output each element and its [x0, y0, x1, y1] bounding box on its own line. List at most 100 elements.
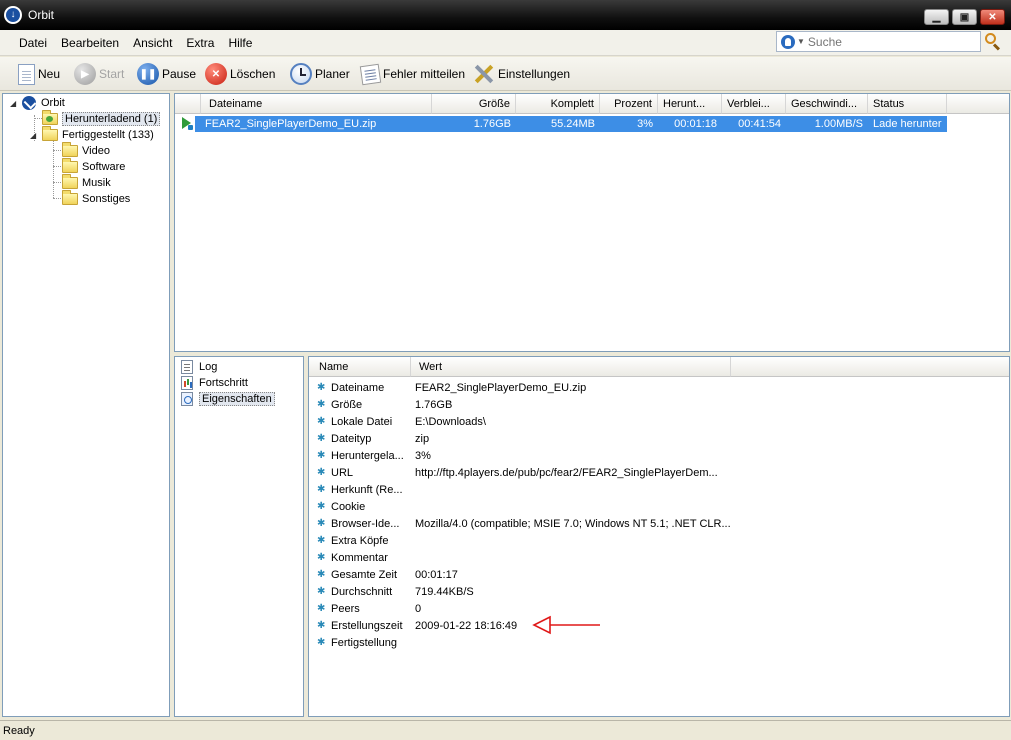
- property-row[interactable]: ✱ Extra Köpfe: [317, 532, 388, 549]
- nav-item-log[interactable]: Log: [181, 359, 217, 375]
- scheduler-button[interactable]: Planer: [290, 61, 350, 87]
- property-row[interactable]: ✱ Erstellungszeit 2009-01-22 18:16:49: [317, 617, 517, 634]
- tree-item-music[interactable]: Musik: [62, 174, 111, 191]
- orbit-icon: [22, 96, 36, 110]
- property-row[interactable]: ✱ Kommentar: [317, 549, 388, 566]
- menu-bearbeiten[interactable]: Bearbeiten: [54, 36, 126, 50]
- bullet-icon: ✱: [317, 535, 326, 546]
- property-name: Heruntergela...: [331, 449, 404, 462]
- column-header-percent[interactable]: Prozent: [600, 94, 658, 114]
- bullet-icon: ✱: [317, 467, 326, 478]
- cell-elapsed: 00:01:18: [674, 118, 717, 130]
- nav-item-progress[interactable]: Fortschritt: [181, 375, 248, 391]
- collapse-icon[interactable]: ◢: [10, 99, 18, 108]
- delete-icon: ✕: [205, 63, 227, 85]
- search-input[interactable]: [807, 34, 968, 49]
- column-header-size[interactable]: Größe: [432, 94, 516, 114]
- bullet-icon: ✱: [317, 450, 326, 461]
- property-row[interactable]: ✱ Herkunft (Re...: [317, 481, 403, 498]
- property-value: 719.44KB/S: [415, 585, 474, 598]
- property-value: FEAR2_SinglePlayerDemo_EU.zip: [415, 381, 587, 394]
- column-header-name[interactable]: Name: [309, 357, 411, 377]
- menu-hilfe[interactable]: Hilfe: [221, 36, 259, 50]
- column-header-filename[interactable]: Dateiname: [201, 94, 432, 114]
- category-tree: ◢ Orbit Herunterladend (1) ◢ Fertiggeste…: [2, 93, 170, 717]
- menu-datei[interactable]: Datei: [12, 36, 54, 50]
- menu-extra[interactable]: Extra: [179, 36, 221, 50]
- report-bug-button[interactable]: Fehler mitteilen: [359, 61, 466, 87]
- column-header-filler: [731, 357, 1009, 377]
- property-value: Mozilla/4.0 (compatible; MSIE 7.0; Windo…: [415, 517, 731, 530]
- collapse-icon[interactable]: ◢: [30, 131, 38, 140]
- property-row[interactable]: ✱ Dateiname FEAR2_SinglePlayerDemo_EU.zip: [317, 379, 586, 396]
- search-engine-icon[interactable]: [781, 34, 795, 49]
- menu-ansicht[interactable]: Ansicht: [126, 36, 179, 50]
- status-bar: Ready: [0, 720, 1011, 740]
- bullet-icon: ✱: [317, 637, 326, 648]
- tree-item-label: Orbit: [41, 97, 65, 109]
- new-button[interactable]: Neu: [18, 61, 60, 87]
- play-icon: ▶: [74, 63, 96, 85]
- column-header-complete[interactable]: Komplett: [516, 94, 600, 114]
- bullet-icon: ✱: [317, 484, 326, 495]
- column-header-value[interactable]: Wert: [411, 357, 731, 377]
- tree-item-other[interactable]: Sonstiges: [62, 190, 130, 207]
- property-row[interactable]: ✱ Dateityp zip: [317, 430, 429, 447]
- property-row[interactable]: ✱ Durchschnitt 719.44KB/S: [317, 583, 474, 600]
- property-name: Extra Köpfe: [331, 534, 389, 547]
- column-header-icon[interactable]: [175, 94, 201, 114]
- property-row[interactable]: ✱ Gesamte Zeit 00:01:17: [317, 566, 458, 583]
- property-name: Browser-Ide...: [331, 517, 400, 530]
- search-box: ▼: [776, 31, 981, 52]
- new-button-label: Neu: [38, 67, 61, 81]
- start-button-label: Start: [99, 67, 125, 81]
- property-row[interactable]: ✱ Heruntergela... 3%: [317, 447, 431, 464]
- pause-icon: ❚❚: [137, 63, 159, 85]
- property-name: Fertigstellung: [331, 636, 398, 649]
- maximize-button[interactable]: ▣: [952, 9, 977, 25]
- column-header-elapsed[interactable]: Herunt...: [658, 94, 722, 114]
- tree-item-software[interactable]: Software: [62, 158, 125, 175]
- start-button[interactable]: ▶ Start: [74, 61, 124, 87]
- tree-item-finished[interactable]: ◢ Fertiggestellt (133): [30, 126, 154, 143]
- chevron-down-icon[interactable]: ▼: [797, 37, 805, 46]
- close-button[interactable]: ✕: [980, 9, 1005, 25]
- column-header-filler: [947, 94, 1009, 114]
- property-row[interactable]: ✱ Peers 0: [317, 600, 421, 617]
- column-header-remaining[interactable]: Verblei...: [722, 94, 786, 114]
- property-value: 00:01:17: [415, 568, 458, 581]
- search-icon[interactable]: [984, 32, 1002, 51]
- tree-item-video[interactable]: Video: [62, 142, 110, 159]
- property-name: Dateiname: [331, 381, 385, 394]
- column-header-status[interactable]: Status: [868, 94, 947, 114]
- property-value: 1.76GB: [415, 398, 453, 411]
- property-row[interactable]: ✱ Browser-Ide... Mozilla/4.0 (compatible; …: [317, 515, 731, 532]
- minimize-button[interactable]: ▁: [924, 9, 949, 25]
- tree-item-downloading[interactable]: Herunterladend (1): [42, 110, 161, 127]
- delete-button[interactable]: ✕ Löschen: [205, 61, 275, 87]
- report-bug-button-label: Fehler mitteilen: [383, 67, 466, 81]
- property-row[interactable]: ✱ Lokale Datei E:\Downloads\: [317, 413, 486, 430]
- annotation-arrow: [532, 615, 600, 635]
- nav-item-properties[interactable]: Eigenschaften: [181, 391, 275, 407]
- settings-button[interactable]: Einstellungen: [473, 61, 570, 87]
- bullet-icon: ✱: [317, 586, 326, 597]
- property-value: 0: [415, 602, 422, 615]
- folder-open-icon: [42, 126, 58, 141]
- property-name: Peers: [331, 602, 360, 615]
- cell-percent: 3%: [637, 118, 653, 130]
- bullet-icon: ✱: [317, 552, 326, 563]
- table-row[interactable]: FEAR2_SinglePlayerDemo_EU.zip 1.76GB 55.…: [195, 116, 947, 132]
- property-row[interactable]: ✱ Cookie: [317, 498, 365, 515]
- pause-button[interactable]: ❚❚ Pause: [137, 61, 196, 87]
- property-value: E:\Downloads\: [415, 415, 486, 428]
- tree-item-orbit[interactable]: ◢ Orbit: [10, 95, 65, 111]
- bullet-icon: ✱: [317, 416, 326, 427]
- title-bar[interactable]: ↓ Orbit ▁ ▣ ✕: [0, 0, 1011, 30]
- downloads-table: Dateiname Größe Komplett Prozent Herunt.…: [174, 93, 1010, 352]
- property-row[interactable]: ✱ Größe 1.76GB: [317, 396, 452, 413]
- property-row[interactable]: ✱ URL http://ftp.4players.de/pub/pc/fear2/…: [317, 464, 718, 481]
- tree-item-label: Video: [82, 145, 110, 157]
- column-header-speed[interactable]: Geschwindi...: [786, 94, 868, 114]
- property-row[interactable]: ✱ Fertigstellung: [317, 634, 397, 651]
